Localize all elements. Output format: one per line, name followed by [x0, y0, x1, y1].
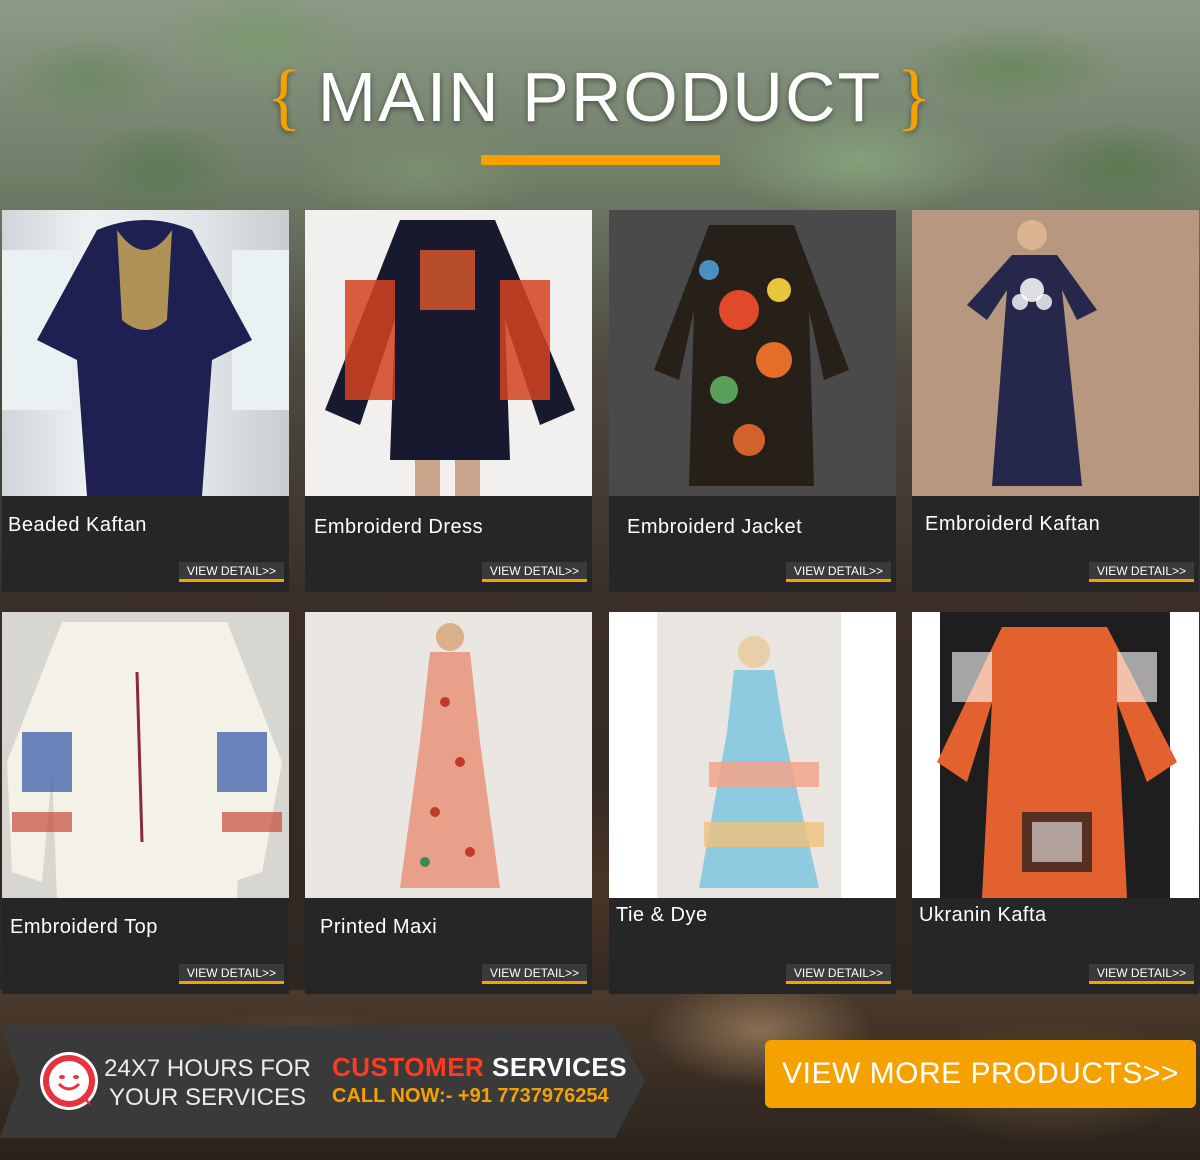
- product-name: Embroiderd Dress: [314, 516, 484, 538]
- product-info: Embroiderd Top VIEW DETAIL>>: [2, 898, 289, 994]
- product-card[interactable]: Printed Maxi VIEW DETAIL>>: [305, 612, 592, 994]
- hours-line-1: 24X7 HOURS FOR: [104, 1055, 311, 1082]
- product-info: Embroiderd Dress VIEW DETAIL>>: [305, 496, 592, 592]
- product-image[interactable]: [609, 612, 896, 898]
- dress-illustration: [400, 623, 500, 888]
- product-image[interactable]: [305, 210, 592, 496]
- view-detail-button[interactable]: VIEW DETAIL>>: [482, 562, 587, 582]
- hours-text: 24X7 HOURS FOR YOUR SERVICES: [100, 1054, 315, 1112]
- view-detail-button[interactable]: VIEW DETAIL>>: [786, 964, 891, 984]
- product-card[interactable]: Ukranin Kafta VIEW DETAIL>>: [912, 612, 1199, 994]
- product-info: Ukranin Kafta VIEW DETAIL>>: [912, 898, 1199, 994]
- product-name: Embroiderd Kaftan: [925, 513, 1101, 535]
- product-image[interactable]: [609, 210, 896, 496]
- product-name: Embroiderd Top: [10, 916, 158, 938]
- section-title: MAIN PRODUCT: [317, 58, 883, 136]
- product-name: Ukranin Kafta: [919, 904, 1047, 926]
- product-info: Beaded Kaftan VIEW DETAIL>>: [2, 496, 289, 592]
- customer-services-title: CUSTOMER SERVICES: [332, 1052, 627, 1083]
- product-image[interactable]: [2, 210, 289, 496]
- heading-underline: [481, 155, 720, 165]
- dress-illustration: [7, 622, 282, 898]
- view-detail-button[interactable]: VIEW DETAIL>>: [179, 562, 284, 582]
- brace-close: }: [896, 55, 934, 138]
- hours-line-2: YOUR SERVICES: [109, 1084, 306, 1111]
- product-image[interactable]: [912, 210, 1199, 496]
- product-image[interactable]: [305, 612, 592, 898]
- brace-open: {: [266, 55, 304, 138]
- dress-illustration: [657, 612, 841, 898]
- phone-number[interactable]: +91 7737976254: [458, 1085, 609, 1107]
- product-card[interactable]: Embroiderd Kaftan VIEW DETAIL>>: [912, 210, 1199, 592]
- services-word: SERVICES: [492, 1052, 628, 1082]
- view-detail-button[interactable]: VIEW DETAIL>>: [1089, 964, 1194, 984]
- product-image[interactable]: [2, 612, 289, 898]
- view-detail-button[interactable]: VIEW DETAIL>>: [179, 964, 284, 984]
- product-name: Tie & Dye: [616, 904, 708, 926]
- view-more-products-button[interactable]: VIEW MORE PRODUCTS>>: [765, 1040, 1196, 1108]
- view-detail-button[interactable]: VIEW DETAIL>>: [1089, 562, 1194, 582]
- customer-word: CUSTOMER: [332, 1052, 485, 1082]
- product-grid: Beaded Kaftan VIEW DETAIL>> Embroiderd D…: [0, 210, 1200, 995]
- dress-illustration: [325, 220, 575, 496]
- product-info: Embroiderd Jacket VIEW DETAIL>>: [609, 496, 896, 592]
- smiley-chat-icon: [40, 1052, 98, 1110]
- call-now-line[interactable]: CALL NOW:- +91 7737976254: [332, 1085, 609, 1108]
- product-info: Embroiderd Kaftan VIEW DETAIL>>: [912, 496, 1199, 592]
- view-detail-button[interactable]: VIEW DETAIL>>: [786, 562, 891, 582]
- product-name: Printed Maxi: [320, 916, 438, 938]
- section-heading: { MAIN PRODUCT }: [0, 52, 1200, 142]
- product-card[interactable]: Embroiderd Jacket VIEW DETAIL>>: [609, 210, 896, 592]
- dress-illustration: [2, 220, 289, 496]
- product-info: Printed Maxi VIEW DETAIL>>: [305, 898, 592, 994]
- view-detail-button[interactable]: VIEW DETAIL>>: [482, 964, 587, 984]
- product-info: Tie & Dye VIEW DETAIL>>: [609, 898, 896, 994]
- product-name: Embroiderd Jacket: [627, 516, 803, 538]
- dress-illustration: [937, 612, 1177, 898]
- product-card[interactable]: Embroiderd Top VIEW DETAIL>>: [2, 612, 289, 994]
- product-card[interactable]: Tie & Dye VIEW DETAIL>>: [609, 612, 896, 994]
- product-name: Beaded Kaftan: [8, 514, 147, 536]
- product-image[interactable]: [912, 612, 1199, 898]
- dress-illustration: [967, 220, 1097, 486]
- dress-illustration: [654, 225, 849, 486]
- product-card[interactable]: Embroiderd Dress VIEW DETAIL>>: [305, 210, 592, 592]
- call-label: CALL NOW:-: [332, 1085, 453, 1107]
- product-card[interactable]: Beaded Kaftan VIEW DETAIL>>: [2, 210, 289, 592]
